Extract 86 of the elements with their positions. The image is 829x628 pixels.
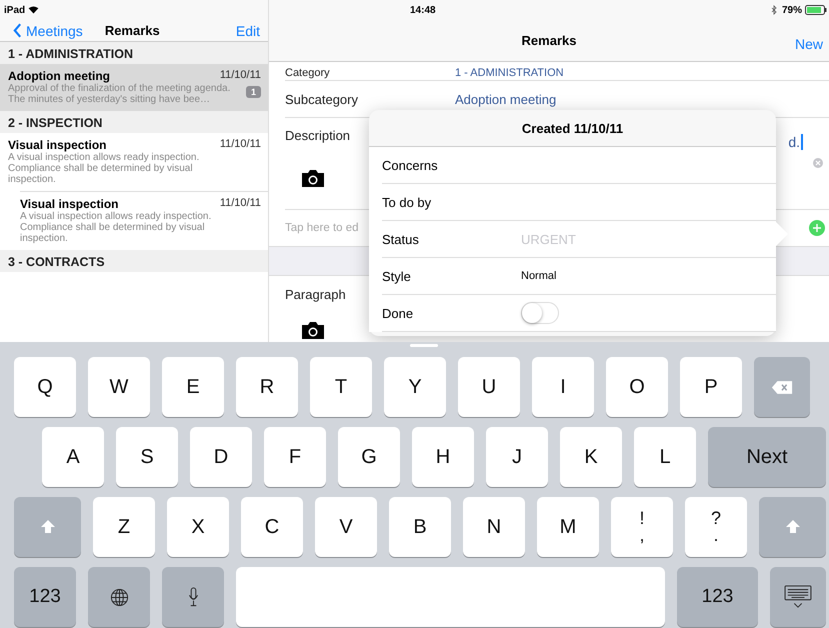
letter-key[interactable]: B — [389, 497, 451, 557]
letter-key[interactable]: Q — [14, 357, 76, 417]
letter-key[interactable]: T — [310, 357, 372, 417]
list-title: Remarks — [104, 23, 160, 38]
back-button[interactable]: Meetings — [13, 22, 83, 38]
remark-title: Visual inspection — [8, 138, 106, 152]
wifi-icon — [28, 6, 40, 14]
letter-key[interactable]: J — [486, 427, 548, 487]
letter-key[interactable]: G — [338, 427, 400, 487]
punctuation-key[interactable]: ? . — [685, 497, 747, 557]
letter-key[interactable]: R — [236, 357, 298, 417]
letter-key[interactable]: K — [560, 427, 622, 487]
remark-item[interactable]: Adoption meeting 11/10/11 Approval of the finalization of the meeting agenda. The minutes of yesterday's sitting have bee… 1 — [0, 64, 268, 111]
field-label: Description — [285, 128, 352, 143]
letter-key[interactable]: P — [680, 357, 742, 417]
letter-key[interactable]: Z — [93, 497, 155, 557]
letter-key[interactable]: I — [532, 357, 594, 417]
microphone-icon — [188, 587, 198, 607]
remark-title: Visual inspection — [20, 197, 118, 211]
done-toggle[interactable] — [521, 302, 559, 324]
camera-icon[interactable] — [300, 168, 326, 188]
property-label: Done — [382, 306, 414, 320]
numbers-key[interactable]: 123 — [677, 567, 758, 627]
field-label: Category — [285, 67, 331, 79]
letter-key[interactable]: Y — [384, 357, 446, 417]
letter-key[interactable]: N — [463, 497, 525, 557]
field-label: Paragraph — [285, 287, 346, 302]
field-value[interactable]: 1 - ADMINISTRATION — [455, 67, 564, 79]
punctuation-key[interactable]: ! , — [611, 497, 673, 557]
remark-date: 11/10/11 — [220, 197, 261, 211]
add-icon[interactable] — [809, 220, 825, 236]
property-label: Style — [382, 268, 412, 284]
backspace-key[interactable] — [754, 357, 810, 417]
property-label: Concerns — [382, 158, 439, 172]
section-header: 1 - ADMINISTRATION — [0, 42, 268, 64]
letter-key[interactable]: E — [162, 357, 224, 417]
letter-key[interactable]: V — [315, 497, 377, 557]
battery-icon — [805, 5, 827, 15]
remark-date: 11/10/11 — [220, 138, 261, 152]
remark-title: Adoption meeting — [8, 69, 110, 83]
back-chevron-icon — [13, 23, 22, 38]
new-button[interactable]: New — [794, 36, 823, 52]
detail-title: Remarks — [522, 33, 576, 48]
globe-icon — [110, 588, 128, 606]
field-value[interactable]: Adoption meeting — [455, 92, 556, 106]
remark-date: 11/10/11 — [220, 69, 261, 83]
letter-key[interactable]: U — [458, 357, 520, 417]
letter-key[interactable]: W — [88, 357, 150, 417]
remark-preview: A visual inspection allows ready inspection. Compliance shall be determined by visual inspection. — [8, 152, 200, 185]
description-text[interactable]: d. — [788, 134, 803, 150]
shift-key[interactable] — [14, 497, 81, 557]
globe-key[interactable] — [88, 567, 150, 627]
section-header: 2 - INSPECTION — [0, 111, 268, 133]
battery-percent: 79% — [782, 4, 802, 16]
edit-button[interactable]: Edit — [236, 22, 260, 38]
letter-key[interactable]: A — [42, 427, 104, 487]
letter-key[interactable]: H — [412, 427, 474, 487]
property-label: To do by — [382, 194, 432, 210]
remark-preview: Approval of the finalization of the meeting agenda. The minutes of yesterday's sitting have bee… — [8, 83, 232, 105]
device-name: iPad — [4, 4, 26, 16]
camera-icon[interactable] — [300, 320, 326, 340]
property-label: Status — [382, 232, 420, 246]
count-badge: 1 — [246, 86, 261, 98]
letter-key[interactable]: D — [190, 427, 252, 487]
letter-key[interactable]: F — [264, 427, 326, 487]
bluetooth-icon — [770, 5, 777, 15]
letter-key[interactable]: C — [241, 497, 303, 557]
section-header: 3 - CONTRACTS — [0, 250, 268, 272]
shift-arrow-icon — [784, 519, 800, 535]
property-value[interactable]: Normal — [521, 270, 556, 282]
letter-key[interactable]: S — [116, 427, 178, 487]
backspace-icon — [771, 380, 793, 394]
remark-preview: A visual inspection allows ready inspection. Compliance shall be determined by visual inspection. — [20, 211, 212, 244]
field-label: Subcategory — [285, 92, 359, 106]
keyboard-icon — [784, 585, 812, 609]
clock-time: 14:48 — [410, 4, 436, 16]
numbers-key[interactable]: 123 — [14, 567, 76, 627]
letter-key[interactable]: O — [606, 357, 668, 417]
clear-icon[interactable] — [813, 158, 823, 168]
next-key[interactable]: Next — [708, 427, 826, 487]
letter-key[interactable]: L — [634, 427, 696, 487]
shift-arrow-icon — [40, 519, 56, 535]
letter-key[interactable]: X — [167, 497, 229, 557]
shift-key[interactable] — [759, 497, 826, 557]
letter-key[interactable]: M — [537, 497, 599, 557]
hide-keyboard-key[interactable] — [770, 567, 826, 627]
